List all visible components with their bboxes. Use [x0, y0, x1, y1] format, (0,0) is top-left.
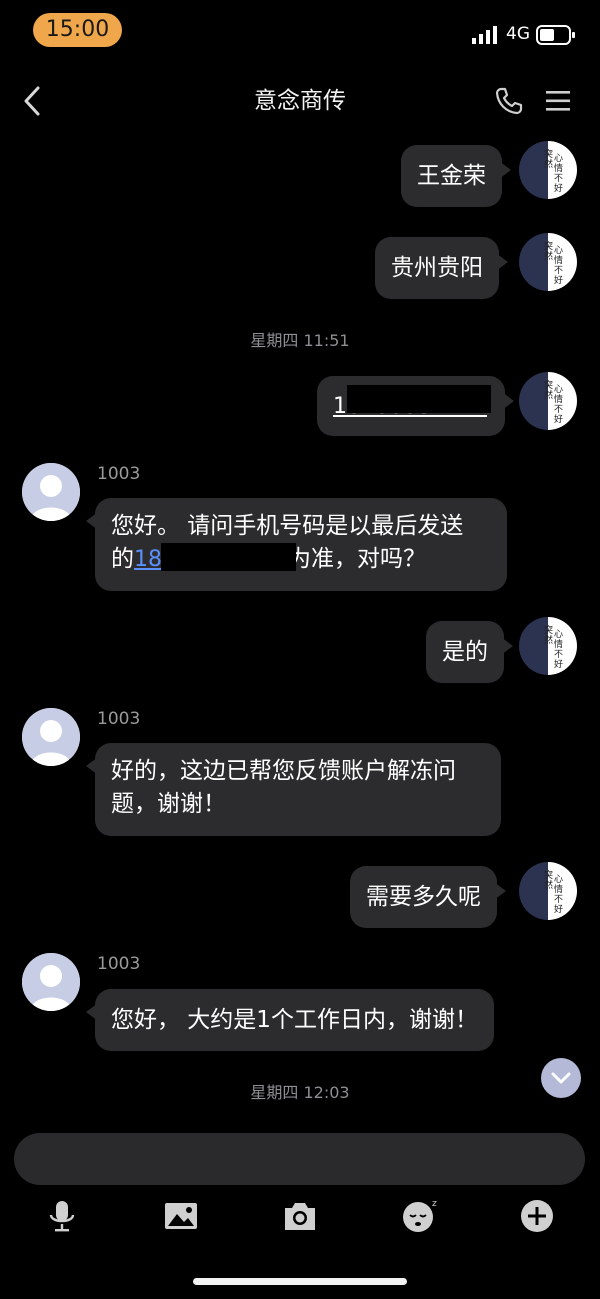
- sender-name: 1003: [97, 954, 141, 974]
- message-text: 好的，这边已帮您反馈账户解冻问题，谢谢！: [111, 758, 456, 817]
- camera-icon[interactable]: [283, 1199, 317, 1233]
- message-bubble-received[interactable]: 您好， 大约是1个工作日内，谢谢！: [86, 989, 494, 1051]
- svg-text:心: 心: [554, 629, 563, 639]
- menu-icon[interactable]: [544, 88, 572, 114]
- message-text: 的: [111, 546, 134, 572]
- status-time: 15:00: [33, 13, 122, 47]
- svg-text:好: 好: [554, 903, 563, 914]
- svg-text:好: 好: [554, 658, 563, 669]
- sender-name: 1003: [97, 709, 141, 729]
- message-text: 是的: [442, 639, 488, 665]
- message-text: 贵州贵阳: [391, 255, 483, 281]
- svg-text:心: 心: [554, 245, 563, 255]
- svg-text:突: 突: [544, 148, 553, 159]
- svg-text:情: 情: [554, 254, 563, 265]
- plus-circle-icon[interactable]: [520, 1199, 554, 1233]
- my-avatar[interactable]: 突然心情不好: [519, 233, 577, 291]
- svg-text:然: 然: [544, 389, 553, 400]
- timestamp: 星期四 11:51: [250, 331, 350, 350]
- message-text: 您好， 大约是1个工作日内，谢谢！: [111, 1007, 478, 1033]
- image-icon[interactable]: [164, 1199, 198, 1233]
- message-text: 您好。 请问手机号码是以最后发送: [111, 513, 464, 539]
- svg-text:突: 突: [544, 240, 553, 251]
- contact-avatar[interactable]: [22, 463, 80, 521]
- svg-text:然: 然: [544, 158, 553, 169]
- svg-text:不: 不: [554, 265, 563, 275]
- battery-icon: [536, 25, 575, 45]
- back-icon[interactable]: [18, 84, 48, 118]
- network-type: 4G: [506, 24, 530, 44]
- svg-text:心: 心: [554, 874, 563, 884]
- contact-avatar[interactable]: [22, 708, 80, 766]
- message-text: 王金荣: [417, 163, 486, 189]
- svg-text:突: 突: [544, 869, 553, 880]
- microphone-icon[interactable]: [45, 1199, 79, 1233]
- message-text: 需要多久呢: [366, 884, 481, 910]
- message-bubble-sent[interactable]: 贵州贵阳: [375, 237, 508, 299]
- scroll-to-bottom-button[interactable]: [541, 1058, 581, 1098]
- message-bubble-sent[interactable]: 王金荣: [401, 145, 511, 207]
- message-text: 为准，对吗？: [287, 546, 426, 572]
- svg-text:好: 好: [554, 413, 563, 424]
- my-avatar[interactable]: 突然心情不好: [519, 862, 577, 920]
- message-input[interactable]: [14, 1133, 585, 1185]
- svg-text:z: z: [432, 1199, 437, 1209]
- svg-text:不: 不: [554, 404, 563, 414]
- my-avatar[interactable]: 突然心情不好: [519, 617, 577, 675]
- svg-text:然: 然: [544, 879, 553, 890]
- svg-text:不: 不: [554, 173, 563, 183]
- svg-text:不: 不: [554, 894, 563, 904]
- svg-text:突: 突: [544, 624, 553, 635]
- message-bubble-received[interactable]: 好的，这边已帮您反馈账户解冻问题，谢谢！: [86, 743, 501, 836]
- phone-icon[interactable]: [494, 86, 524, 116]
- message-bubble-received[interactable]: 您好。 请问手机号码是以最后发送 的18788882127为准，对吗？: [86, 498, 507, 591]
- timestamp: 星期四 12:03: [250, 1083, 350, 1102]
- svg-text:然: 然: [544, 250, 553, 261]
- svg-text:然: 然: [544, 634, 553, 645]
- chat-title: 意念商传: [254, 88, 346, 114]
- home-indicator[interactable]: [193, 1278, 407, 1285]
- svg-text:不: 不: [554, 649, 563, 659]
- svg-text:好: 好: [554, 274, 563, 285]
- message-bubble-sent[interactable]: 18788882127: [317, 376, 514, 436]
- redaction-box: [161, 543, 296, 571]
- message-bubble-sent[interactable]: 需要多久呢: [350, 866, 506, 928]
- message-bubble-sent[interactable]: 是的: [426, 621, 513, 683]
- svg-text:突: 突: [544, 379, 553, 390]
- svg-text:心: 心: [554, 153, 563, 163]
- chevron-down-icon: [551, 1072, 571, 1084]
- svg-text:情: 情: [554, 393, 563, 404]
- svg-text:好: 好: [554, 182, 563, 193]
- svg-text:情: 情: [554, 162, 563, 173]
- my-avatar[interactable]: 突然心情不好: [519, 141, 577, 199]
- signal-icon: [472, 26, 497, 44]
- sleepy-emoji-icon[interactable]: z: [401, 1197, 441, 1233]
- my-avatar[interactable]: 突然心情不好: [519, 372, 577, 430]
- svg-text:心: 心: [554, 384, 563, 394]
- contact-avatar[interactable]: [22, 953, 80, 1011]
- svg-text:情: 情: [554, 883, 563, 894]
- sender-name: 1003: [97, 464, 141, 484]
- redaction-box: [347, 385, 491, 413]
- svg-text:情: 情: [554, 638, 563, 649]
